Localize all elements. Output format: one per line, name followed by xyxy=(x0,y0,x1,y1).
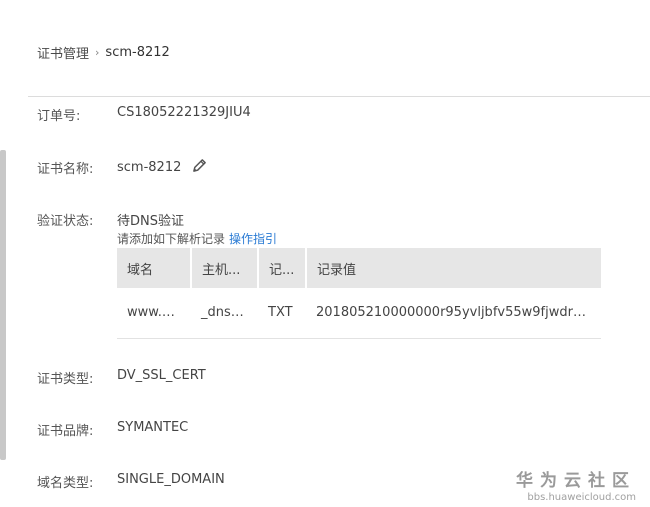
table-header-row: 域名 主机... 记... 记录值 xyxy=(117,248,601,288)
table-row: www.h... _dnsa... TXT 201805210000000r95… xyxy=(117,288,601,338)
cell-record-value: 201805210000000r95yvljbfv55w9fjwdr5... xyxy=(316,305,594,321)
cell-domain: www.h... xyxy=(127,305,183,321)
breadcrumb-parent-link[interactable]: 证书管理 xyxy=(37,43,89,62)
column-header-record-value[interactable]: 记录值 xyxy=(306,248,601,288)
breadcrumb-current: scm-8212 xyxy=(105,45,170,60)
guide-link[interactable]: 操作指引 xyxy=(229,232,277,246)
dns-hint-text: 请添加如下解析记录 xyxy=(117,232,226,246)
breadcrumb-separator-icon: › xyxy=(95,46,100,59)
column-header-domain[interactable]: 域名 xyxy=(117,248,192,288)
watermark: 华为云社区 bbs.huaweicloud.com xyxy=(516,466,636,503)
breadcrumb: 证书管理 › scm-8212 xyxy=(37,43,170,62)
dns-record-table: 域名 主机... 记... 记录值 www.h... _dnsa... TXT … xyxy=(117,248,601,339)
cert-name-field: scm-8212 xyxy=(117,158,207,177)
order-no-value: CS18052221329JIU4 xyxy=(117,105,251,120)
order-no-label: 订单号: xyxy=(37,109,81,124)
column-header-record-type[interactable]: 记... xyxy=(258,248,307,288)
dns-hint: 请添加如下解析记录 操作指引 xyxy=(117,230,277,247)
watermark-url: bbs.huaweicloud.com xyxy=(527,492,636,503)
column-header-host[interactable]: 主机... xyxy=(191,248,259,288)
watermark-main: 华为云社区 xyxy=(516,471,636,491)
pencil-icon[interactable] xyxy=(192,158,207,177)
domain-type-value: SINGLE_DOMAIN xyxy=(117,472,225,487)
scrollbar[interactable] xyxy=(0,150,6,460)
domain-type-label: 域名类型: xyxy=(37,476,94,491)
cert-name-value: scm-8212 xyxy=(117,160,182,175)
cert-brand-label: 证书品牌: xyxy=(37,424,94,439)
cert-type-label: 证书类型: xyxy=(37,372,94,387)
cert-type-value: DV_SSL_CERT xyxy=(117,368,206,383)
cert-name-label: 证书名称: xyxy=(37,162,94,177)
verify-status-value: 待DNS验证 xyxy=(117,214,184,229)
verify-status-label: 验证状态: xyxy=(37,214,94,229)
cert-brand-value: SYMANTEC xyxy=(117,420,189,435)
cell-record-type: TXT xyxy=(268,305,293,321)
header-divider xyxy=(28,96,650,97)
cell-host: _dnsa... xyxy=(201,305,252,321)
